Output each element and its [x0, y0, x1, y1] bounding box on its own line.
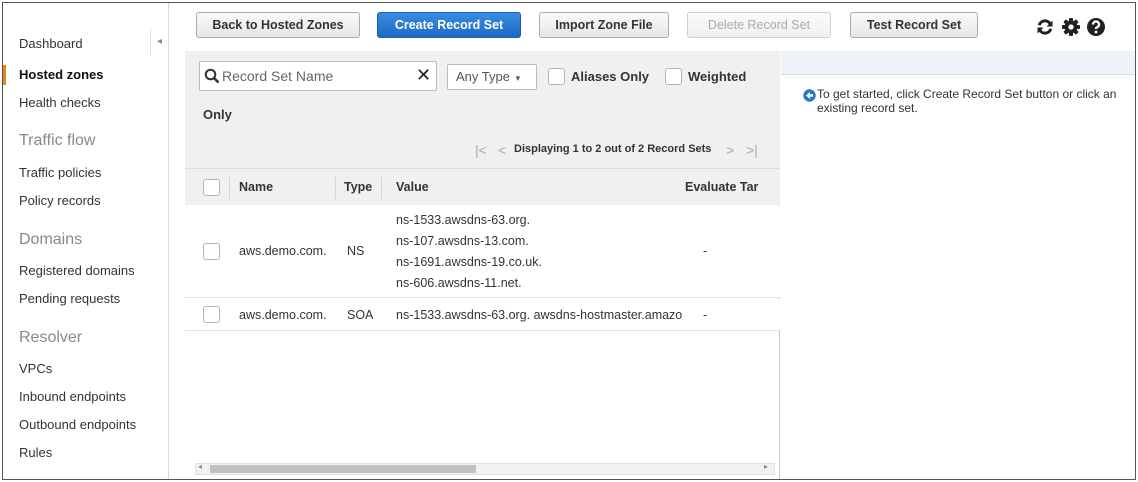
weighted-only-checkbox[interactable]	[665, 68, 682, 85]
filter-bar: ✕ Any Type ▾ Aliases Only Weighted Only …	[185, 51, 780, 205]
search-box[interactable]: ✕	[199, 61, 437, 91]
aliases-only-checkbox[interactable]	[548, 68, 565, 85]
sidebar-item-policy-records[interactable]: Policy records	[19, 193, 101, 208]
sidebar-item-traffic-policies[interactable]: Traffic policies	[19, 165, 101, 180]
delete-record-set-button[interactable]: Delete Record Set	[687, 12, 831, 38]
table-row[interactable]: aws.demo.com. SOA ns-1533.awsdns-63.org.…	[185, 299, 780, 331]
sidebar-item-registered-domains[interactable]: Registered domains	[19, 263, 135, 278]
sidebar-item-pending-requests[interactable]: Pending requests	[19, 291, 120, 306]
import-zone-file-button[interactable]: Import Zone File	[539, 12, 669, 38]
arrow-circle-left-icon	[803, 89, 816, 102]
sidebar-item-hosted-zones[interactable]: Hosted zones	[19, 67, 104, 82]
record-value-line: ns-1691.awsdns-19.co.uk.	[396, 255, 542, 269]
record-value-line: ns-1533.awsdns-63.org. awsdns-hostmaster…	[396, 308, 683, 322]
sidebar-section-traffic-flow: Traffic flow	[19, 132, 96, 149]
active-item-marker	[3, 65, 6, 85]
scrollbar-thumb[interactable]	[210, 465, 476, 473]
clear-search-icon[interactable]: ✕	[416, 65, 432, 85]
help-icon[interactable]	[1086, 17, 1106, 37]
chevron-left-icon: ◂	[156, 36, 163, 47]
search-icon	[204, 68, 220, 84]
last-page-icon[interactable]: >|	[746, 142, 758, 158]
gear-icon[interactable]	[1061, 17, 1081, 37]
record-value: ns-1533.awsdns-63.org. ns-107.awsdns-13.…	[396, 210, 542, 294]
column-divider	[229, 177, 230, 199]
test-record-set-button[interactable]: Test Record Set	[850, 12, 978, 38]
sidebar: ◂ Dashboard Hosted zones Health checks T…	[3, 3, 169, 479]
toolbar: Back to Hosted Zones Create Record Set I…	[169, 3, 1135, 51]
create-record-set-button[interactable]: Create Record Set	[377, 12, 521, 38]
table-header: Name Type Value Evaluate Tar	[185, 168, 780, 205]
sidebar-item-inbound-endpoints[interactable]: Inbound endpoints	[19, 389, 126, 404]
column-divider	[335, 177, 336, 199]
record-value: ns-1533.awsdns-63.org. awsdns-hostmaster…	[396, 308, 688, 322]
row-select-checkbox[interactable]	[203, 306, 220, 323]
record-value-line: ns-1533.awsdns-63.org.	[396, 213, 531, 227]
record-name: aws.demo.com.	[239, 308, 327, 322]
column-header-value[interactable]: Value	[396, 180, 429, 194]
record-set-name-input[interactable]	[222, 66, 412, 86]
record-detail-panel: To get started, click Create Record Set …	[781, 51, 1135, 479]
record-evaluate-target: -	[703, 308, 708, 322]
pagination-text: Displaying 1 to 2 out of 2 Record Sets	[514, 143, 712, 155]
type-filter-select[interactable]: Any Type ▾	[447, 64, 537, 90]
aliases-only-label: Aliases Only	[571, 69, 650, 84]
chevron-down-icon: ▾	[515, 73, 521, 83]
record-type: SOA	[347, 308, 374, 322]
prev-page-icon[interactable]: <	[498, 142, 506, 158]
record-evaluate-target: -	[703, 244, 708, 258]
record-sets-panel: ✕ Any Type ▾ Aliases Only Weighted Only …	[185, 51, 780, 479]
column-header-name[interactable]: Name	[239, 180, 273, 194]
back-to-hosted-zones-button[interactable]: Back to Hosted Zones	[196, 12, 360, 38]
type-filter-value: Any Type	[456, 69, 510, 84]
scroll-right-arrow-icon[interactable]: ▸	[764, 462, 768, 471]
detail-panel-header	[781, 51, 1135, 75]
refresh-icon[interactable]	[1035, 17, 1055, 37]
sidebar-section-resolver: Resolver	[19, 329, 83, 346]
table-row[interactable]: aws.demo.com. NS ns-1533.awsdns-63.org. …	[185, 206, 780, 298]
record-type: NS	[347, 244, 365, 258]
sidebar-item-health-checks[interactable]: Health checks	[19, 95, 101, 110]
route53-record-sets-page: ◂ Dashboard Hosted zones Health checks T…	[2, 2, 1136, 480]
sidebar-item-dashboard[interactable]: Dashboard	[19, 36, 83, 51]
select-all-checkbox[interactable]	[203, 179, 220, 196]
collapse-sidebar-button[interactable]: ◂	[150, 29, 168, 55]
record-value-line: ns-107.awsdns-13.com.	[396, 234, 529, 248]
scroll-left-arrow-icon[interactable]: ◂	[198, 462, 202, 471]
sidebar-item-vpcs[interactable]: VPCs	[19, 361, 52, 376]
next-page-icon[interactable]: >	[726, 142, 734, 158]
get-started-hint: To get started, click Create Record Set …	[817, 87, 1117, 115]
record-name: aws.demo.com.	[239, 244, 327, 258]
sidebar-item-rules[interactable]: Rules	[19, 445, 52, 460]
horizontal-scrollbar[interactable]: ◂ ▸	[195, 462, 775, 475]
weighted-only-label: Weighted	[688, 69, 747, 84]
record-value-line: ns-606.awsdns-11.net.	[396, 276, 522, 290]
column-header-evaluate-target[interactable]: Evaluate Tar	[685, 180, 758, 194]
column-divider	[381, 177, 382, 199]
sidebar-item-outbound-endpoints[interactable]: Outbound endpoints	[19, 417, 136, 432]
sidebar-section-domains: Domains	[19, 231, 83, 248]
row-select-checkbox[interactable]	[203, 243, 220, 260]
first-page-icon[interactable]: |<	[475, 142, 487, 158]
weighted-only-label-suffix: Only	[203, 107, 232, 122]
column-header-type[interactable]: Type	[344, 180, 372, 194]
